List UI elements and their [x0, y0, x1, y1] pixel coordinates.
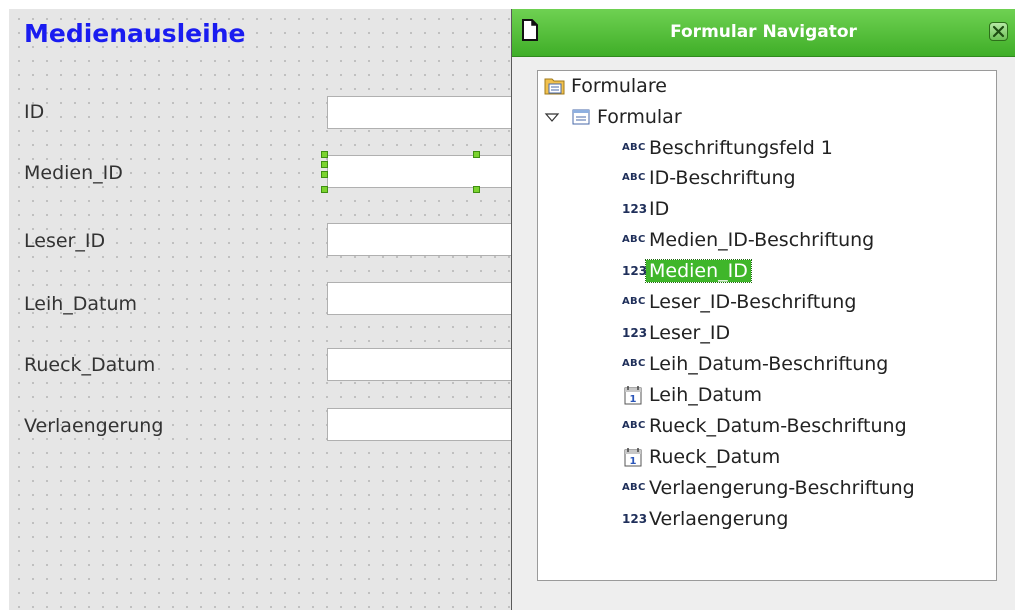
tree-item-beschriftungsfeld-1[interactable]: ABC Beschriftungsfeld 1 [622, 134, 833, 162]
tree-item-leser-id[interactable]: 123 Leser_ID [622, 319, 730, 347]
label-field-icon: ABC [622, 234, 646, 245]
selection-handle[interactable] [473, 151, 480, 158]
form-title[interactable]: Medienausleihe [24, 19, 245, 48]
navigator-title: Formular Navigator [670, 22, 857, 42]
tree-item-label: Leih_Datum-Beschriftung [649, 353, 889, 375]
label-rueck-datum[interactable]: Rueck_Datum [24, 354, 155, 376]
label-leih-datum[interactable]: Leih_Datum [24, 293, 137, 315]
field-medien-id[interactable] [327, 155, 527, 188]
tree-item-label: Verlaengerung-Beschriftung [649, 477, 915, 499]
label-field-icon: ABC [622, 142, 646, 153]
svg-text:1: 1 [630, 456, 637, 467]
numeric-field-icon: 123 [622, 264, 648, 278]
label-field-icon: ABC [622, 296, 646, 307]
tree-item-leser-id-beschriftung[interactable]: ABC Leser_ID-Beschriftung [622, 288, 856, 316]
field-leser-id[interactable] [327, 223, 527, 256]
tree-item-id[interactable]: 123 ID [622, 195, 669, 223]
date-field-icon: 1 [622, 447, 644, 467]
tree-item-verlaengerung-beschriftung[interactable]: ABC Verlaengerung-Beschriftung [622, 474, 915, 502]
label-field-icon: ABC [622, 358, 646, 369]
numeric-field-icon: 123 [622, 512, 648, 526]
tree-item-label: ID [649, 198, 670, 220]
label-id[interactable]: ID [24, 101, 44, 123]
tree-item-id-beschriftung[interactable]: ABC ID-Beschriftung [622, 164, 796, 192]
tree-item-rueck-datum[interactable]: 1 Rueck_Datum [622, 443, 780, 471]
label-field-icon: ABC [622, 420, 646, 431]
selection-handle[interactable] [473, 186, 480, 193]
tree-item-label: Rueck_Datum-Beschriftung [649, 415, 907, 437]
tree-item-label: Leser_ID-Beschriftung [649, 291, 857, 313]
tree-item-label-selected: Medien_ID [645, 259, 752, 283]
selection-handle[interactable] [321, 171, 328, 178]
label-verlaengerung[interactable]: Verlaengerung [24, 415, 163, 437]
tree-item-formular[interactable]: Formular [544, 103, 682, 131]
field-rueck-datum[interactable] [327, 348, 527, 381]
selection-handle[interactable] [321, 161, 328, 168]
tree-item-medien-id-beschriftung[interactable]: ABC Medien_ID-Beschriftung [622, 226, 874, 254]
label-field-icon: ABC [622, 172, 646, 183]
tree-item-label: Verlaengerung [649, 508, 789, 530]
tree-item-label: Rueck_Datum [649, 446, 781, 468]
expand-triangle-icon[interactable] [544, 107, 560, 127]
tree-item-label: Formulare [571, 75, 667, 97]
numeric-field-icon: 123 [622, 326, 648, 340]
close-icon [992, 25, 1005, 38]
tree-item-formulare[interactable]: Formulare [544, 72, 667, 100]
svg-text:1: 1 [630, 394, 637, 405]
label-medien-id[interactable]: Medien_ID [24, 162, 123, 184]
selection-handle[interactable] [321, 186, 328, 193]
forms-folder-icon [544, 76, 566, 96]
tree-item-label: Leser_ID [649, 322, 731, 344]
selection-handle[interactable] [321, 151, 328, 158]
tree-item-leih-datum[interactable]: 1 Leih_Datum [622, 381, 762, 409]
field-leih-datum[interactable] [327, 282, 527, 315]
form-icon [570, 107, 592, 127]
field-verlaengerung[interactable] [327, 408, 527, 441]
tree-item-rueck-datum-beschriftung[interactable]: ABC Rueck_Datum-Beschriftung [622, 412, 907, 440]
tree-item-label: Medien_ID-Beschriftung [649, 229, 875, 251]
navigator-tree[interactable]: Formulare Formular ABC Beschriftungsfeld… [537, 70, 997, 581]
field-id[interactable] [327, 96, 527, 129]
tree-item-label: Beschriftungsfeld 1 [649, 137, 833, 159]
tree-item-verlaengerung[interactable]: 123 Verlaengerung [622, 505, 788, 533]
numeric-field-icon: 123 [622, 202, 648, 216]
tree-item-medien-id[interactable]: 123 Medien_ID [622, 257, 752, 285]
tree-item-label: ID-Beschriftung [649, 167, 796, 189]
form-navigator-window: Formular Navigator Formulare Formular AB… [511, 9, 1015, 610]
tree-item-label: Leih_Datum [649, 384, 763, 406]
date-field-icon: 1 [622, 385, 644, 405]
label-leser-id[interactable]: Leser_ID [24, 230, 105, 252]
close-button[interactable] [989, 22, 1008, 41]
navigator-titlebar[interactable]: Formular Navigator [512, 9, 1015, 57]
tree-item-label: Formular [597, 106, 682, 128]
label-field-icon: ABC [622, 482, 646, 493]
tree-item-leih-datum-beschriftung[interactable]: ABC Leih_Datum-Beschriftung [622, 350, 888, 378]
